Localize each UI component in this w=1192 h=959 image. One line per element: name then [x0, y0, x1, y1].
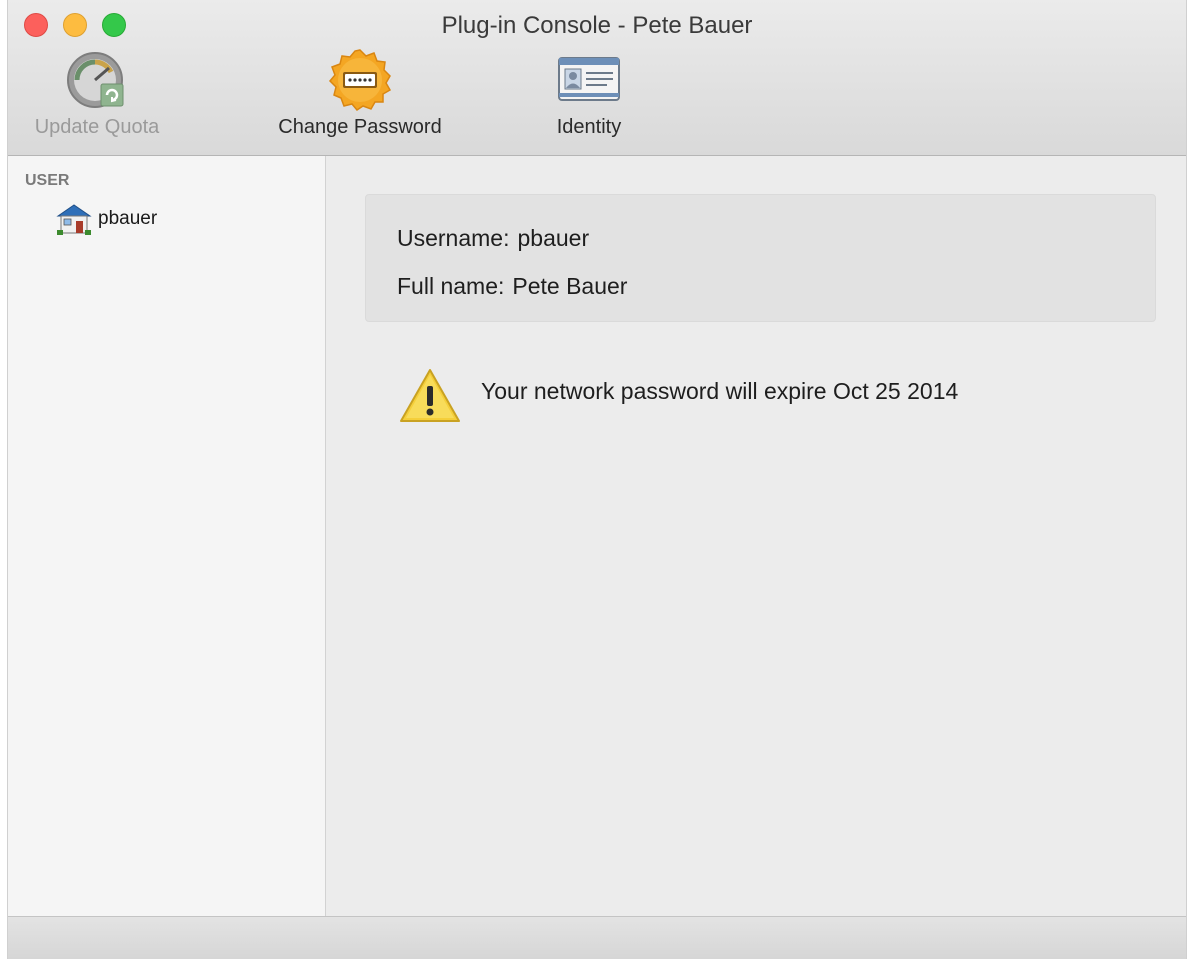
sidebar-item-pbauer[interactable]: pbauer	[56, 202, 157, 236]
update-quota-label: Update Quota	[34, 116, 160, 138]
sidebar-heading: USER	[25, 172, 70, 189]
main-content: Username: pbauer Full name: Pete Bauer You…	[327, 156, 1186, 916]
title-bar: Plug-in Console - Pete Bauer Update Quot…	[8, 0, 1186, 156]
user-info-panel: Username: pbauer Full name: Pete Bauer	[365, 194, 1156, 322]
warning-message: Your network password will expire Oct 25…	[481, 378, 959, 404]
fullname-value: Pete Bauer	[512, 273, 628, 299]
change-password-label: Change Password	[278, 116, 442, 138]
fullname-row: Full name: Pete Bauer	[397, 273, 627, 300]
username-label: Username:	[397, 225, 510, 251]
password-expiry-warning: Your network password will expire Oct 25…	[397, 366, 958, 426]
sidebar-item-label: pbauer	[98, 208, 158, 229]
change-password-button[interactable]: Change Password	[263, 48, 457, 139]
username-value: pbauer	[517, 225, 590, 251]
window-title: Plug-in Console - Pete Bauer	[441, 12, 753, 39]
gauge-refresh-icon	[67, 52, 124, 108]
app-window: Plug-in Console - Pete Bauer Update Quot…	[7, 0, 1187, 959]
status-bar	[8, 916, 1186, 959]
warning-icon	[400, 369, 460, 422]
username-row: Username: pbauer	[397, 225, 589, 252]
password-badge-icon	[328, 49, 392, 111]
identity-button[interactable]: Identity	[543, 48, 635, 139]
id-card-icon	[558, 57, 620, 101]
update-quota-button[interactable]: Update Quota	[22, 48, 172, 139]
identity-label: Identity	[556, 116, 622, 138]
home-icon	[56, 204, 92, 235]
fullname-label: Full name:	[397, 273, 505, 299]
sidebar: USER pbauer	[8, 156, 326, 916]
